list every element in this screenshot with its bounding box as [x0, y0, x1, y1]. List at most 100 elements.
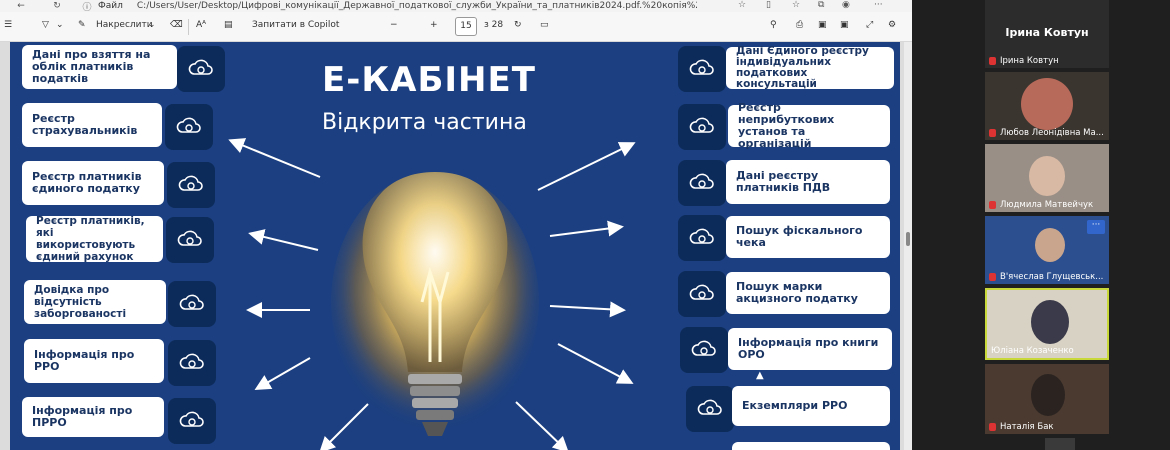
- avatar: [1021, 78, 1073, 130]
- eraser-icon[interactable]: ⌫: [170, 20, 183, 30]
- left-badge-4: [166, 217, 214, 263]
- pdf-viewer[interactable]: Е-КАБІНЕТ Відкрита частина Дані про взят…: [0, 42, 904, 450]
- cloud-gear-icon: [177, 230, 202, 246]
- participant-name: Любов Леонідівна Ма...: [989, 128, 1104, 138]
- divider: [188, 19, 189, 35]
- refresh-icon[interactable]: ↻: [50, 1, 64, 11]
- card-label: Реєстр платників, які використовують єди…: [36, 215, 145, 263]
- right-card-4: Пошук фіскального чека: [726, 216, 890, 258]
- cloud-gear-icon: [188, 59, 213, 75]
- zoom-in-button[interactable]: +: [430, 20, 438, 30]
- left-badge-3: [167, 162, 215, 208]
- copilot-button[interactable]: Запитати в Copilot: [252, 20, 339, 30]
- card-label: Пошук фіскального чека: [736, 224, 863, 249]
- participant-tile[interactable]: Людмила Матвейчук: [985, 144, 1109, 212]
- contents-icon[interactable]: ☰: [4, 20, 12, 30]
- avatar: [1031, 374, 1065, 416]
- participant-tile-header[interactable]: Ірина Ковтун Ірина Ковтун: [985, 0, 1109, 68]
- card-label: Інформація про ПРРО: [32, 404, 133, 429]
- card-label: Дані про взяття на облік платників подат…: [32, 48, 151, 85]
- vertical-scrollbar[interactable]: [904, 42, 912, 450]
- save-as-icon[interactable]: ▣: [840, 20, 849, 30]
- favorite-icon[interactable]: ☆: [738, 0, 746, 10]
- right-badge-3: [678, 160, 726, 206]
- card-label: Дані реєстру платників ПДВ: [736, 169, 831, 194]
- cloud-gear-icon: [179, 294, 204, 310]
- right-card-3: Дані реєстру платників ПДВ: [726, 160, 890, 204]
- address-bar[interactable]: ← ↻ ⓘ Файл C:/Users/User/Desktop/Цифрові…: [0, 0, 912, 13]
- chevron-down-icon[interactable]: ⌄: [148, 20, 156, 30]
- page-view-icon[interactable]: ▭: [540, 20, 549, 30]
- participant-name: Людмила Матвейчук: [989, 200, 1093, 210]
- left-badge-6: [168, 340, 216, 386]
- mic-muted-icon: [989, 201, 996, 209]
- fullscreen-icon[interactable]: ⤢: [866, 20, 873, 30]
- right-card-8: [732, 442, 890, 450]
- participant-tile[interactable]: ··· В'ячеслав Глущевськ...: [985, 216, 1109, 284]
- right-badge-4: [678, 215, 726, 261]
- print-icon[interactable]: ⎙: [796, 20, 803, 30]
- chevron-down-icon[interactable]: ⌄: [56, 20, 64, 30]
- left-card-4: Реєстр платників, які використовують єди…: [26, 215, 163, 263]
- right-badge-7: [686, 386, 734, 432]
- left-card-2: Реєстр страхувальників: [22, 103, 162, 147]
- right-card-6: Інформація про книги ОРО: [728, 328, 892, 370]
- browser-window: ← ↻ ⓘ Файл C:/Users/User/Desktop/Цифрові…: [0, 0, 912, 450]
- left-card-6: Інформація про РРО: [24, 339, 164, 383]
- cloud-gear-icon: [689, 173, 714, 189]
- rotate-icon[interactable]: ↻: [514, 20, 522, 30]
- card-label: Реєстр страхувальників: [32, 112, 138, 137]
- zoom-out-button[interactable]: −: [390, 20, 398, 30]
- profile-icon[interactable]: ◉: [842, 0, 850, 10]
- right-badge-5: [678, 271, 726, 317]
- split-icon[interactable]: ▯: [766, 0, 771, 10]
- info-icon[interactable]: ⓘ: [80, 0, 94, 13]
- card-label: Довідка про відсутність заборгованості: [34, 284, 127, 320]
- url-text[interactable]: C:/Users/User/Desktop/Цифрові_комунікаці…: [137, 1, 697, 11]
- mic-muted-icon: [989, 57, 996, 65]
- more-options-button[interactable]: ···: [1087, 220, 1105, 234]
- right-card-2: Реєстр неприбуткових установ та організа…: [728, 102, 890, 150]
- slide-subtitle: Відкрита частина: [322, 110, 527, 135]
- card-label: Реєстр платників єдиного податку: [32, 170, 142, 195]
- left-card-3: Реєстр платників єдиного податку: [22, 161, 164, 205]
- participant-name: В'ячеслав Глущевськ...: [989, 272, 1103, 282]
- right-card-5: Пошук марки акцизного податку: [726, 272, 890, 314]
- left-badge-1: [177, 46, 225, 92]
- left-badge-2: [165, 104, 213, 150]
- participant-name: Наталія Бак: [989, 422, 1054, 432]
- highlight-icon[interactable]: ✎: [78, 20, 86, 30]
- draw-button[interactable]: Накреслити: [96, 20, 153, 30]
- cloud-gear-icon: [691, 340, 716, 356]
- participant-tile[interactable]: Любов Леонідівна Ма...: [985, 72, 1109, 140]
- read-aloud-button[interactable]: Aᴬ: [196, 20, 206, 30]
- back-icon[interactable]: ←: [14, 1, 28, 11]
- cloud-gear-icon: [179, 353, 204, 369]
- participant-name: Юліана Козаченко: [991, 346, 1074, 356]
- pdf-toolbar: ☰ ▽ ⌄ ✎ Накреслити ⌄ ⌫ Aᴬ ▤ Запитати в C…: [0, 12, 912, 42]
- file-label: Файл: [98, 1, 123, 11]
- scrollbar-thumb[interactable]: [906, 232, 910, 246]
- search-icon[interactable]: ⚲: [770, 20, 777, 30]
- participant-tile[interactable]: Наталія Бак: [985, 364, 1109, 434]
- card-label: Інформація про РРО: [34, 348, 135, 373]
- save-icon[interactable]: ▣: [818, 20, 827, 30]
- more-icon[interactable]: ···: [874, 0, 883, 10]
- cloud-gear-icon: [697, 399, 722, 415]
- left-badge-5: [168, 281, 216, 327]
- settings-icon[interactable]: ⚙: [888, 20, 896, 30]
- participant-tile-active[interactable]: Юліана Козаченко: [985, 288, 1109, 360]
- page-total: з 28: [484, 20, 504, 30]
- right-badge-6: [680, 327, 728, 373]
- slide-title: Е-КАБІНЕТ: [322, 60, 536, 100]
- cloud-gear-icon: [689, 117, 714, 133]
- collections-icon[interactable]: ⧉: [818, 0, 824, 10]
- immersive-reader-icon[interactable]: ▤: [224, 20, 233, 30]
- right-badge-2: [678, 104, 726, 150]
- cloud-gear-icon: [178, 175, 203, 191]
- page-number-input[interactable]: 15: [455, 17, 477, 36]
- favorites-icon[interactable]: ☆: [792, 0, 800, 10]
- card-label: Екземпляри РРО: [742, 399, 848, 412]
- left-card-1: Дані про взяття на облік платників подат…: [22, 45, 177, 89]
- filter-icon[interactable]: ▽: [42, 20, 49, 30]
